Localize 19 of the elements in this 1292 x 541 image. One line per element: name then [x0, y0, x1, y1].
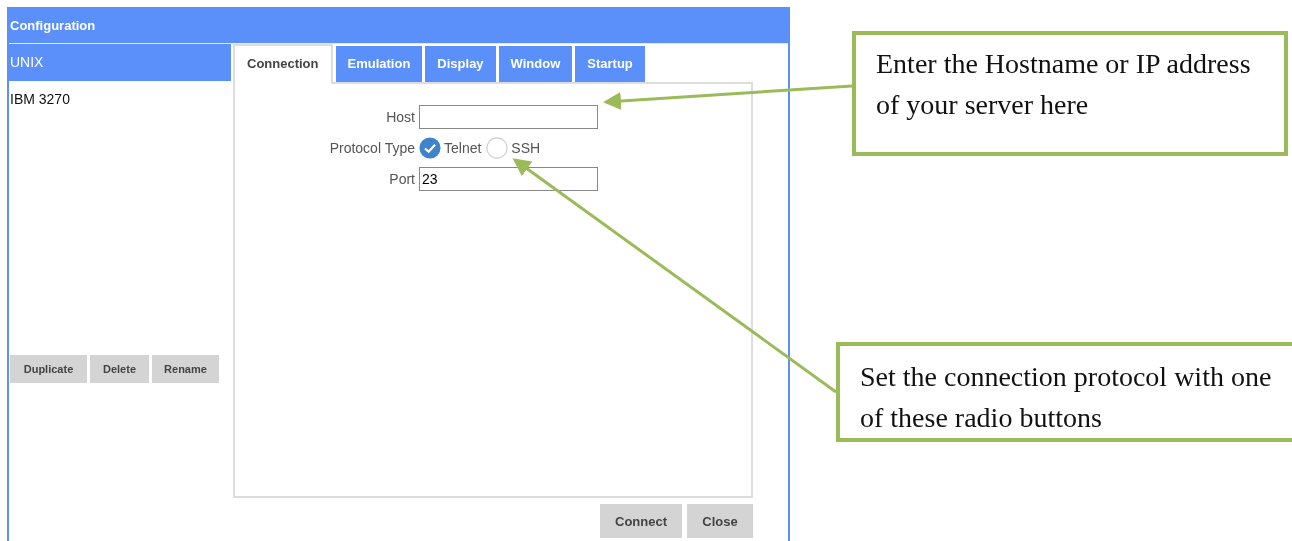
field-label: Port: [388, 170, 416, 187]
field-label: Protocol Type: [328, 139, 416, 156]
window-title: Configuration: [9, 7, 788, 44]
input-field[interactable]: [419, 104, 598, 129]
radio-icon[interactable]: [486, 136, 509, 159]
callout-text: Enter the Hostname or IP address of your server here: [876, 47, 1252, 122]
sidebar-item[interactable]: IBM 3270: [9, 81, 231, 118]
field-label: Host: [385, 108, 416, 125]
radio-label: SSH: [511, 139, 541, 156]
sidebar-button[interactable]: Delete: [90, 355, 149, 383]
dialog-button[interactable]: Connect: [600, 504, 682, 538]
sidebar-button[interactable]: Duplicate: [10, 355, 87, 383]
input-field[interactable]: 23: [419, 166, 598, 191]
sidebar-button[interactable]: Rename: [152, 355, 219, 383]
callout-text: Set the connection protocol with one of these radio buttons: [860, 360, 1273, 435]
radio-label: Telnet: [444, 139, 482, 156]
tab[interactable]: Connection: [233, 44, 333, 84]
dialog-button[interactable]: Close: [687, 504, 753, 538]
radio-checked-icon[interactable]: [419, 136, 441, 159]
